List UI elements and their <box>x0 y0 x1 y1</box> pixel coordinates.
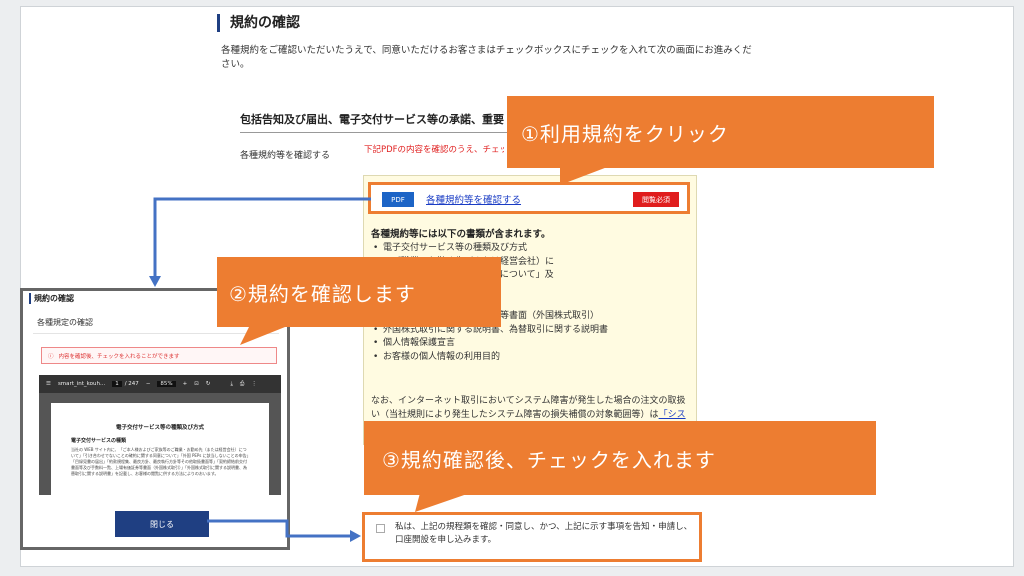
warning-icon: ⓘ <box>48 353 54 360</box>
rotate-icon[interactable]: ↻ <box>206 381 211 387</box>
terms-modal: 規約の確認 各種規定の確認 ⓘ 内容を確認後、チェックを入れることができます ☰ … <box>20 288 290 550</box>
required-badge: 閲覧必須 <box>633 192 679 207</box>
confirm-label: 各種規約等を確認する <box>240 151 331 161</box>
callout-step1: ①利用規約をクリック <box>507 96 934 168</box>
pdf-doc-body: 当社の WEB サイト内に、「ご本人様およびご家族等のご職業・お勤め先（または経… <box>71 447 249 476</box>
system-note: なお、インターネット取引においてシステム障害が発生した場合の注文の取扱い（当社規… <box>371 395 689 422</box>
system-link[interactable]: 「シス <box>659 410 686 420</box>
agreement-row: 私は、上記の規程類を確認・同意し、かつ、上記に示す事項を告知・申請し、口座開設を… <box>362 512 702 562</box>
more-icon[interactable]: ⋮ <box>251 381 257 387</box>
zoom-level[interactable]: 85% <box>157 381 176 387</box>
pdf-viewer: ☰ smart_int_kouh... 1 / 247 − 85% + ⊡ ↻ … <box>39 375 281 495</box>
pdf-doc-heading: 電子交付サービスの種類 <box>71 438 127 444</box>
pdf-toolbar: ☰ smart_int_kouh... 1 / 247 − 85% + ⊡ ↻ … <box>39 375 281 393</box>
pdf-doc-title: 電子交付サービス等の種類及び方式 <box>115 425 204 431</box>
page-title: 規約の確認 <box>217 14 300 32</box>
section-divider <box>240 132 510 133</box>
modal-error-text: 内容を確認後、チェックを入れることができます <box>58 353 180 360</box>
terms-link-row: PDF 各種規約等を確認する 閲覧必須 <box>368 182 690 214</box>
menu-icon[interactable]: ☰ <box>46 381 51 387</box>
pdf-badge: PDF <box>382 192 414 207</box>
terms-pdf-link[interactable]: 各種規約等を確認する <box>426 192 521 206</box>
print-icon[interactable]: ⎙ <box>240 381 244 388</box>
download-icon[interactable]: ⤓ <box>230 381 232 388</box>
modal-divider <box>33 333 279 334</box>
close-button[interactable]: 閉じる <box>115 511 209 537</box>
callout-step2: ②規約を確認します <box>217 257 501 327</box>
list-item: 個人情報保護宣言 <box>371 337 691 351</box>
pdf-page: 電子交付サービス等の種類及び方式 電子交付サービスの種類 当社の WEB サイト… <box>51 403 269 495</box>
red-note: 下記PDFの内容を確認のうえ、チェック <box>364 145 504 155</box>
list-item: お客様の個人情報の利用目的 <box>371 351 691 365</box>
page-number-input[interactable]: 1 <box>112 381 122 387</box>
modal-title: 規約の確認 <box>29 293 74 304</box>
fit-page-icon[interactable]: ⊡ <box>194 381 199 387</box>
intro-text: 各種規約をご確認いただいたうえで、同意いただけるお客さまはチェックボックスにチェ… <box>221 45 752 70</box>
list-item: 電子交付サービス等の種類及び方式 <box>371 242 691 256</box>
page-total: / 247 <box>124 381 139 387</box>
modal-error: ⓘ 内容を確認後、チェックを入れることができます <box>41 347 277 364</box>
agree-checkbox[interactable] <box>376 524 385 533</box>
agree-label[interactable]: 私は、上記の規程類を確認・同意し、かつ、上記に示す事項を告知・申請し、口座開設を… <box>395 521 693 547</box>
modal-subtitle: 各種規定の確認 <box>37 318 93 327</box>
section-title: 包括告知及び届出、電子交付サービス等の承諾、重要 <box>240 113 504 126</box>
included-heading: 各種規約等には以下の書類が含まれます。 <box>371 229 551 240</box>
zoom-out-icon[interactable]: − <box>146 381 151 387</box>
pdf-filename: smart_int_kouh... <box>57 381 106 387</box>
callout-step3: ③規約確認後、チェックを入れます <box>364 421 876 495</box>
system-note-text: なお、インターネット取引においてシステム障害が発生した場合の注文の取扱い（当社規… <box>371 396 686 420</box>
zoom-in-icon[interactable]: + <box>183 381 188 387</box>
